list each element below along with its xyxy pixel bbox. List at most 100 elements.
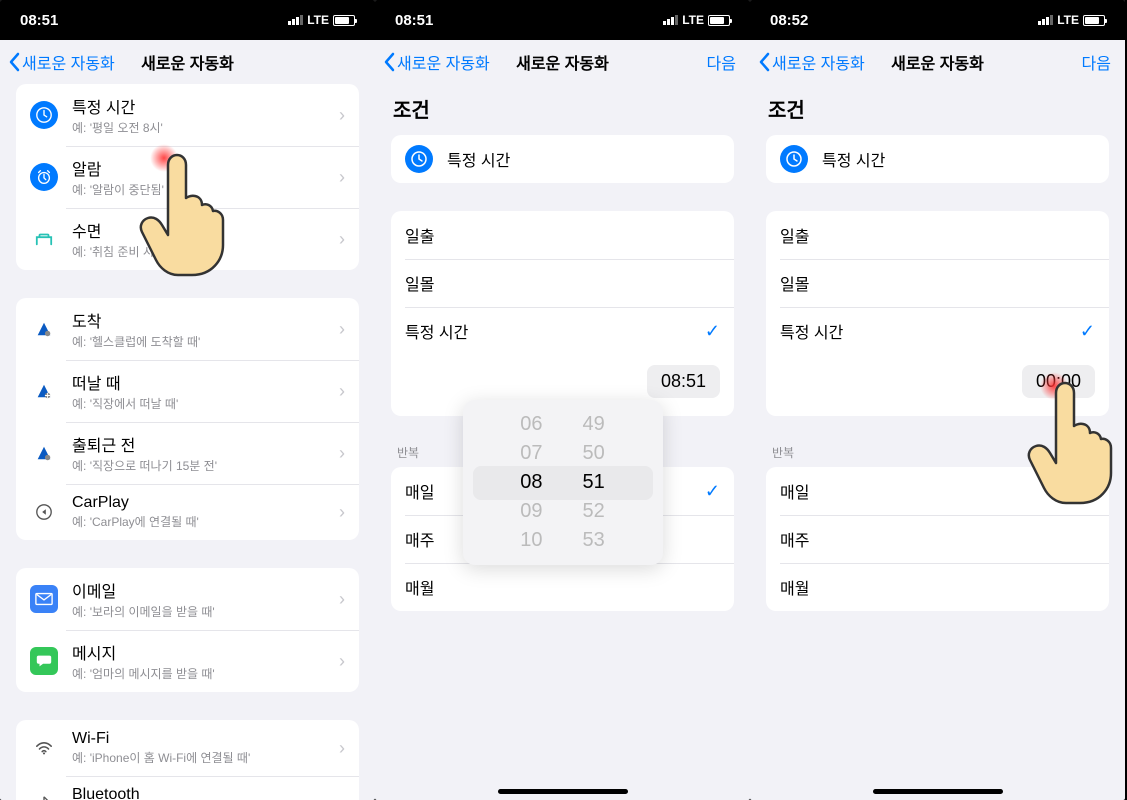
home-indicator[interactable] bbox=[873, 789, 1003, 794]
nav-back-label: 새로운 자동화 bbox=[22, 50, 115, 74]
trigger-subtitle: 예: 'CarPlay에 연결될 때' bbox=[72, 513, 339, 530]
trigger-row[interactable]: 수면예: '취침 준비 시간이 시작'› bbox=[16, 208, 359, 270]
repeat-option-label: 매주 bbox=[780, 527, 1095, 551]
trigger-subtitle: 예: '평일 오전 8시' bbox=[72, 119, 339, 136]
trigger-row[interactable]: Wi-Fi예: 'iPhone이 홈 Wi-Fi에 연결될 때'› bbox=[16, 720, 359, 776]
nav-next-button[interactable]: 다음 bbox=[1082, 50, 1111, 74]
chevron-right-icon: › bbox=[339, 502, 345, 523]
status-time: 08:52 bbox=[770, 12, 808, 29]
trigger-subtitle: 예: '직장으로 떠나기 15분 전' bbox=[72, 457, 339, 474]
clock-icon bbox=[405, 145, 433, 173]
wheel-minute: 50 bbox=[583, 442, 605, 465]
wifi-icon bbox=[30, 734, 58, 762]
checkmark-icon: ✓ bbox=[705, 481, 720, 502]
trigger-subtitle: 예: '취침 준비 시간이 시작' bbox=[72, 243, 339, 260]
wheel-row[interactable]: 0851 bbox=[463, 468, 663, 497]
repeat-option-row[interactable]: 매주 bbox=[766, 515, 1109, 563]
repeat-option-label: 매월 bbox=[780, 575, 1095, 599]
phone-screen-1: 08:51 LTE 새로운 자동화 새로운 자동화 특정 시간예: '평일 오전… bbox=[0, 0, 375, 800]
repeat-options-card: 매일✓ 매주매월 bbox=[766, 467, 1109, 611]
phone-screen-3: 08:52 LTE 새로운 자동화 새로운 자동화 다음 조건 특정 시간 일출… bbox=[750, 0, 1125, 800]
chevron-right-icon: › bbox=[339, 167, 345, 188]
chevron-right-icon: › bbox=[339, 443, 345, 464]
trigger-row[interactable]: 출퇴근 전예: '직장으로 떠나기 15분 전'› bbox=[16, 422, 359, 484]
wheel-row[interactable]: 0649 bbox=[463, 410, 663, 439]
time-value-button[interactable]: 08:51 bbox=[647, 365, 720, 398]
trigger-title: 특정 시간 bbox=[72, 94, 339, 118]
trigger-group-connectivity: Wi-Fi예: 'iPhone이 홈 Wi-Fi에 연결될 때'›Bluetoo… bbox=[16, 720, 359, 800]
time-option-row[interactable]: 일출 bbox=[391, 211, 734, 259]
trigger-title: 떠날 때 bbox=[72, 370, 339, 394]
trigger-row[interactable]: 특정 시간예: '평일 오전 8시'› bbox=[16, 84, 359, 146]
condition-row[interactable]: 특정 시간 bbox=[766, 135, 1109, 183]
carplay-icon bbox=[30, 498, 58, 526]
time-option-row[interactable]: 특정 시간✓ bbox=[766, 307, 1109, 355]
chevron-right-icon: › bbox=[339, 589, 345, 610]
home-indicator[interactable] bbox=[498, 789, 628, 794]
nav-back-button[interactable]: 새로운 자동화 bbox=[758, 50, 865, 74]
time-option-row[interactable]: 특정 시간✓ bbox=[391, 307, 734, 355]
wheel-row[interactable]: 0952 bbox=[463, 497, 663, 526]
option-label: 특정 시간 bbox=[405, 319, 705, 343]
time-option-row[interactable]: 일몰 bbox=[766, 259, 1109, 307]
trigger-title: 수면 bbox=[72, 218, 339, 242]
nav-title: 새로운 자동화 bbox=[141, 50, 234, 74]
condition-card: 특정 시간 bbox=[391, 135, 734, 183]
commute-icon bbox=[30, 439, 58, 467]
trigger-subtitle: 예: '헬스클럽에 도착할 때' bbox=[72, 333, 339, 350]
signal-icon bbox=[1038, 15, 1053, 25]
chevron-right-icon: › bbox=[339, 381, 345, 402]
chevron-right-icon: › bbox=[339, 651, 345, 672]
network-label: LTE bbox=[1057, 13, 1079, 27]
battery-icon bbox=[708, 15, 730, 26]
nav-next-button[interactable]: 다음 bbox=[707, 50, 736, 74]
scroll-content[interactable]: 조건 특정 시간 일출일몰특정 시간✓00:00 반복 매일✓매주매월 bbox=[750, 84, 1125, 800]
time-option-row[interactable]: 일출 bbox=[766, 211, 1109, 259]
trigger-row[interactable]: 이메일예: '보라의 이메일을 받을 때'› bbox=[16, 568, 359, 630]
network-label: LTE bbox=[682, 13, 704, 27]
wheel-row[interactable]: 1053 bbox=[463, 526, 663, 555]
trigger-row[interactable]: Bluetooth예: 'iPhone이 AirPods에 연결될 때'› bbox=[16, 776, 359, 800]
status-time: 08:51 bbox=[395, 12, 433, 29]
wheel-row[interactable]: 0750 bbox=[463, 439, 663, 468]
trigger-row[interactable]: 떠날 때예: '직장에서 떠날 때'› bbox=[16, 360, 359, 422]
repeat-option-label: 매일 bbox=[780, 479, 1080, 503]
status-time: 08:51 bbox=[20, 12, 58, 29]
trigger-title: 도착 bbox=[72, 308, 339, 332]
wheel-hour: 09 bbox=[520, 500, 542, 523]
alarm-icon bbox=[30, 163, 58, 191]
repeat-option-row[interactable]: 매월 bbox=[766, 563, 1109, 611]
repeat-option-row[interactable]: 매일✓ bbox=[766, 467, 1109, 515]
nav-back-button[interactable]: 새로운 자동화 bbox=[383, 50, 490, 74]
condition-title: 특정 시간 bbox=[447, 147, 720, 171]
trigger-row[interactable]: 알람예: '알람이 중단됨'› bbox=[16, 146, 359, 208]
trigger-row[interactable]: 도착예: '헬스클럽에 도착할 때'› bbox=[16, 298, 359, 360]
nav-back-label: 새로운 자동화 bbox=[397, 50, 490, 74]
condition-row[interactable]: 특정 시간 bbox=[391, 135, 734, 183]
option-label: 일몰 bbox=[405, 271, 720, 295]
repeat-option-row[interactable]: 매월 bbox=[391, 563, 734, 611]
trigger-title: 메시지 bbox=[72, 640, 339, 664]
time-picker-wheel[interactable]: 06490750085109521053 bbox=[463, 400, 663, 565]
nav-bar: 새로운 자동화 새로운 자동화 bbox=[0, 40, 375, 84]
signal-icon bbox=[288, 15, 303, 25]
trigger-title: 출퇴근 전 bbox=[72, 432, 339, 456]
trigger-row[interactable]: CarPlay예: 'CarPlay에 연결될 때'› bbox=[16, 484, 359, 540]
repeat-label: 반복 bbox=[772, 444, 1109, 461]
nav-bar: 새로운 자동화 새로운 자동화 다음 bbox=[750, 40, 1125, 84]
nav-back-button[interactable]: 새로운 자동화 bbox=[8, 50, 115, 74]
mail-icon bbox=[30, 585, 58, 613]
chevron-right-icon: › bbox=[339, 229, 345, 250]
time-option-row[interactable]: 일몰 bbox=[391, 259, 734, 307]
trigger-subtitle: 예: '알람이 중단됨' bbox=[72, 181, 339, 198]
trigger-title: 알람 bbox=[72, 156, 339, 180]
time-value-button[interactable]: 00:00 bbox=[1022, 365, 1095, 398]
scroll-content[interactable]: 특정 시간예: '평일 오전 8시'›알람예: '알람이 중단됨'›수면예: '… bbox=[0, 84, 375, 800]
message-icon bbox=[30, 647, 58, 675]
option-label: 일출 bbox=[405, 223, 720, 247]
trigger-title: 이메일 bbox=[72, 578, 339, 602]
bluetooth-icon bbox=[30, 790, 58, 800]
trigger-subtitle: 예: '보라의 이메일을 받을 때' bbox=[72, 603, 339, 620]
wheel-minute: 51 bbox=[583, 471, 605, 494]
trigger-row[interactable]: 메시지예: '엄마의 메시지를 받을 때'› bbox=[16, 630, 359, 692]
